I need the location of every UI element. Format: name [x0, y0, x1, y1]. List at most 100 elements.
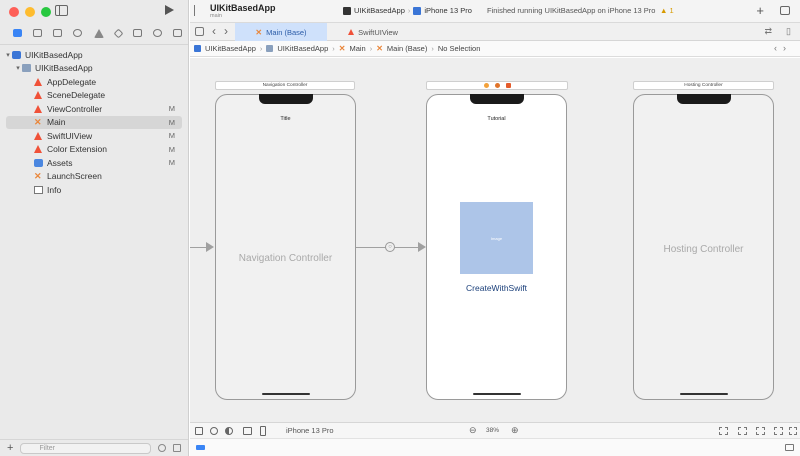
project-navigator-icon[interactable] [13, 29, 22, 37]
tree-item-project[interactable]: ▾ UIKitBasedApp [0, 48, 188, 62]
path-separator: › [407, 6, 411, 15]
swift-file-icon [34, 104, 42, 113]
branch-label[interactable]: main [210, 13, 222, 19]
tree-item-label: SwiftUIView [47, 130, 93, 141]
status-badge: M [168, 144, 175, 154]
breadcrumb-group[interactable]: UIKitBasedApp [277, 44, 328, 53]
breadcrumb-separator: › [431, 44, 434, 53]
folder-icon [266, 45, 274, 52]
add-file-button[interactable]: + [7, 442, 13, 454]
sidebar-toggle-icon[interactable] [55, 5, 68, 16]
breakpoint-navigator-icon[interactable] [152, 29, 162, 37]
breadcrumb-selection[interactable]: No Selection [438, 44, 481, 53]
storyboard-icon: ✕ [376, 44, 383, 53]
embed-in-icon[interactable] [738, 427, 747, 435]
tab-swiftuiview[interactable]: SwiftUIView [327, 23, 419, 41]
split-editor-icon[interactable]: ▯ [786, 26, 791, 37]
navigation-controller-scene[interactable]: Title Navigation Controller [215, 94, 356, 400]
warning-badge[interactable]: ▲ 1 [660, 6, 674, 15]
debug-navigator-icon[interactable] [132, 29, 142, 37]
orientation-icon[interactable] [243, 427, 252, 435]
recent-files-icon[interactable] [158, 444, 166, 452]
image-view[interactable]: Image [460, 202, 533, 274]
tree-item-group[interactable]: ▾ UIKitBasedApp [0, 62, 188, 76]
device-notch [469, 94, 524, 104]
tree-item-label: Info [47, 184, 62, 195]
tree-item-info[interactable]: Info [0, 183, 188, 197]
device-icon[interactable] [260, 426, 266, 436]
debug-toggle-icon[interactable] [785, 444, 794, 451]
device-selector[interactable]: iPhone 13 Pro [286, 426, 334, 435]
plist-icon [34, 185, 43, 194]
scheme-icon [343, 6, 351, 15]
exit-icon[interactable] [505, 83, 511, 88]
tree-item-viewcontroller[interactable]: ViewController M [0, 102, 188, 116]
scene-placeholder-label: Navigation Controller [238, 253, 333, 264]
tree-item-assets[interactable]: Assets M [0, 156, 188, 170]
report-navigator-icon[interactable] [173, 29, 182, 37]
tree-item-label: AppDelegate [47, 76, 97, 87]
segue-icon[interactable]: ○ [385, 242, 395, 252]
tab-main-base[interactable]: ✕ Main (Base) [235, 23, 327, 41]
test-navigator-icon[interactable] [113, 28, 124, 38]
run-button[interactable] [165, 5, 174, 15]
dark-mode-icon[interactable] [225, 427, 233, 435]
project-navigator: ▾ UIKitBasedApp ▾ UIKitBasedApp AppDeleg… [0, 0, 189, 456]
scene-dock-tutorial[interactable] [426, 81, 568, 90]
align-icon[interactable] [756, 427, 765, 435]
forward-arrow-icon[interactable]: › [224, 24, 228, 38]
resolve-issues-icon[interactable] [789, 427, 797, 435]
destination-label: iPhone 13 Pro [424, 6, 472, 15]
tutorial-view-controller-scene[interactable]: Tutorial Image CreateWithSwift [426, 94, 567, 400]
issue-navigator-icon[interactable] [93, 28, 104, 38]
tree-item-swiftuiview[interactable]: SwiftUIView M [0, 129, 188, 143]
storyboard-canvas[interactable]: Navigation Controller Title Navigation C… [190, 58, 800, 422]
first-responder-icon[interactable] [494, 83, 500, 88]
minimize-window-button[interactable] [25, 7, 35, 17]
status-badge: M [168, 158, 175, 168]
close-window-button[interactable] [9, 7, 19, 17]
back-arrow-icon[interactable]: ‹ [212, 24, 216, 38]
debug-area-icon[interactable] [196, 445, 205, 450]
document-outline-icon[interactable] [195, 427, 203, 435]
swift-file-icon [34, 131, 42, 140]
update-frames-icon[interactable] [719, 427, 728, 435]
library-add-button[interactable]: + [756, 3, 764, 18]
tree-item-color-extension[interactable]: Color Extension M [0, 143, 188, 157]
tree-item-appdelegate[interactable]: AppDelegate [0, 75, 188, 89]
scheme-selector[interactable]: UIKitBasedApp › iPhone 13 Pro [343, 6, 472, 15]
tree-item-launchscreen[interactable]: ✕ LaunchScreen [0, 170, 188, 184]
filter-input[interactable]: Filter [20, 442, 151, 454]
tree-item-label: LaunchScreen [47, 171, 102, 182]
breadcrumb-file[interactable]: Main [349, 44, 365, 53]
zoom-window-button[interactable] [41, 7, 51, 17]
add-constraints-icon[interactable] [774, 427, 783, 435]
status-badge: M [168, 131, 175, 141]
editor-options-icon[interactable] [195, 27, 204, 36]
find-navigator-icon[interactable] [73, 29, 83, 37]
source-control-filter-icon[interactable] [173, 444, 181, 452]
chevron-down-icon[interactable]: ▾ [14, 64, 22, 72]
tree-item-label: ViewController [47, 103, 103, 114]
appearance-icon[interactable] [210, 427, 218, 435]
breadcrumb-localization[interactable]: Main (Base) [387, 44, 427, 53]
chevron-down-icon[interactable]: ▾ [4, 51, 12, 59]
zoom-in-icon[interactable]: ⊕ [511, 425, 519, 436]
tree-item-scenedelegate[interactable]: SceneDelegate [0, 89, 188, 103]
zoom-level[interactable]: 38% [486, 427, 499, 434]
scene-header-navigation[interactable]: Navigation Controller [215, 81, 355, 90]
hosting-controller-scene[interactable]: Hosting Controller [633, 94, 774, 400]
breadcrumb-project[interactable]: UIKitBasedApp [205, 44, 256, 53]
zoom-out-icon[interactable]: ⊖ [469, 425, 477, 436]
symbol-navigator-icon[interactable] [53, 29, 63, 37]
issue-navigation-arrows-icon[interactable]: ‹› [774, 43, 792, 53]
window-controls [9, 7, 51, 17]
device-notch [676, 94, 731, 104]
inspector-toggle-icon[interactable] [780, 6, 790, 15]
tree-item-main[interactable]: ✕ Main M [6, 115, 182, 129]
refresh-icon[interactable]: ⇄ [764, 26, 772, 37]
title-label[interactable]: CreateWithSwift [427, 283, 566, 293]
scene-header-hosting[interactable]: Hosting Controller [633, 81, 774, 90]
view-controller-icon[interactable] [483, 83, 489, 88]
source-control-icon[interactable] [33, 29, 43, 37]
